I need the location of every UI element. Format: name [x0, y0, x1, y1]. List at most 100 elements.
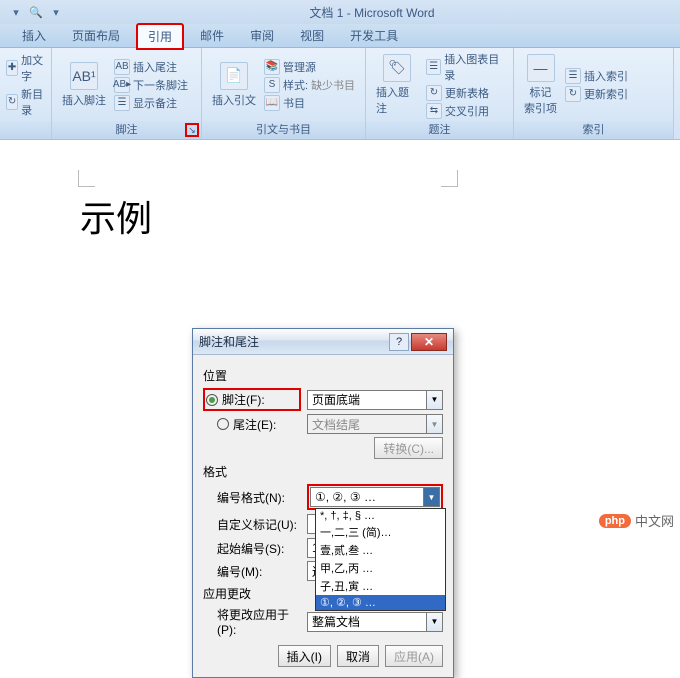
number-format-combo[interactable]: ①, ②, ③ …▼	[310, 487, 440, 507]
cross-ref-icon: ⇆	[426, 103, 442, 119]
toc-update[interactable]: ↻新目录	[6, 86, 45, 118]
table-figures-icon: ☰	[426, 59, 441, 75]
insert-button[interactable]: 插入(I)	[278, 645, 331, 667]
section-format: 格式	[203, 463, 443, 480]
footnote-endnote-dialog: 脚注和尾注 ? ✕ 位置 脚注(F): 页面底端▼ 尾注(E): 文档结尾▼ 转…	[192, 328, 454, 678]
dialog-title: 脚注和尾注	[199, 333, 389, 350]
qat-dropdown-icon[interactable]: ▾	[48, 4, 64, 20]
tab-mailings[interactable]: 邮件	[190, 24, 234, 47]
endnote-radio-row[interactable]: 尾注(E):	[203, 416, 301, 433]
group-label-captions: 题注	[366, 121, 513, 139]
page-corners	[78, 170, 458, 190]
title-bar: ▾ 🔍 ▾ 文档 1 - Microsoft Word	[0, 0, 680, 24]
insert-citation-button[interactable]: 📄 插入引文	[208, 60, 260, 110]
apply-to-combo[interactable]: 整篇文档▼	[307, 612, 443, 632]
bibliography-icon: 📖	[264, 95, 280, 111]
chevron-down-icon: ▼	[426, 415, 442, 433]
footnote-position-combo[interactable]: 页面底端▼	[307, 390, 443, 410]
next-footnote-icon: AB▸	[114, 77, 130, 93]
dialog-help-button[interactable]: ?	[389, 333, 409, 351]
style-selector[interactable]: S样式:缺少书目	[264, 77, 355, 93]
show-notes-button[interactable]: ☰显示备注	[114, 95, 188, 111]
mark-entry-label-line2: 索引项	[524, 103, 557, 115]
qat-arrow-icon[interactable]: ▾	[8, 4, 24, 20]
update-index-button[interactable]: ↻更新索引	[565, 86, 628, 102]
group-label-toc	[0, 121, 51, 139]
tab-insert[interactable]: 插入	[12, 24, 56, 47]
dropdown-option[interactable]: 一,二,三 (简)…	[316, 523, 445, 541]
insert-endnote-button[interactable]: AB插入尾注	[114, 59, 188, 75]
dropdown-option-selected[interactable]: ①, ②, ③ …	[316, 595, 445, 610]
start-at-label: 起始编号(S):	[203, 540, 301, 557]
number-format-dropdown[interactable]: *, †, ‡, § … 一,二,三 (简)… 壹,贰,叁 … 甲,乙,丙 … …	[315, 508, 446, 611]
manage-sources-button[interactable]: 📚管理源	[264, 59, 355, 75]
group-footnotes: AB¹ 插入脚注 AB插入尾注 AB▸下一条脚注 ☰显示备注 脚注 ↘	[52, 48, 202, 139]
quick-access-toolbar: ▾ 🔍 ▾	[8, 4, 64, 20]
print-preview-icon[interactable]: 🔍	[28, 4, 44, 20]
update-toc-icon: ↻	[6, 94, 18, 110]
dropdown-option[interactable]: 子,丑,寅 …	[316, 577, 445, 595]
endnote-radio[interactable]	[217, 418, 229, 430]
cross-reference-button[interactable]: ⇆交叉引用	[426, 103, 507, 119]
convert-button: 转换(C)...	[374, 437, 443, 459]
style-icon: S	[264, 77, 280, 93]
tab-references[interactable]: 引用	[136, 23, 184, 50]
tab-view[interactable]: 视图	[290, 24, 334, 47]
dialog-title-bar[interactable]: 脚注和尾注 ? ✕	[193, 329, 453, 355]
citation-icon: 📄	[220, 62, 248, 90]
watermark-badge: php	[599, 514, 631, 528]
update-table-button[interactable]: ↻更新表格	[426, 85, 507, 101]
insert-footnote-button[interactable]: AB¹ 插入脚注	[58, 60, 110, 110]
update-index-icon: ↻	[565, 86, 581, 102]
custom-mark-label: 自定义标记(U):	[203, 516, 301, 533]
dialog-close-button[interactable]: ✕	[411, 333, 447, 351]
apply-button: 应用(A)	[385, 645, 443, 667]
footnote-radio[interactable]	[206, 394, 218, 406]
mark-entry-button[interactable]: — 标记 标记索引项 索引项	[520, 52, 561, 118]
next-footnote-button[interactable]: AB▸下一条脚注	[114, 77, 188, 93]
endnote-position-combo: 文档结尾▼	[307, 414, 443, 434]
group-label-index: 索引	[514, 121, 673, 139]
caption-icon: 🏷	[383, 54, 411, 82]
watermark: php 中文网	[599, 511, 674, 530]
group-citations: 📄 插入引文 📚管理源 S样式:缺少书目 📖书目 引文与书目	[202, 48, 366, 139]
mark-entry-label-line1: 标记	[530, 87, 552, 99]
group-captions: 🏷 插入题注 ☰插入图表目录 ↻更新表格 ⇆交叉引用 题注	[366, 48, 514, 139]
footnotes-dialog-launcher[interactable]: ↘	[185, 123, 199, 137]
dropdown-option[interactable]: 甲,乙,丙 …	[316, 559, 445, 577]
tab-page-layout[interactable]: 页面布局	[62, 24, 130, 47]
insert-caption-button[interactable]: 🏷 插入题注	[372, 52, 422, 118]
toc-add-text[interactable]: ✚加文字	[6, 52, 45, 84]
insert-index-icon: ☰	[565, 68, 581, 84]
show-notes-icon: ☰	[114, 95, 130, 111]
footnote-icon: AB¹	[70, 62, 98, 90]
number-format-label: 编号格式(N):	[203, 489, 301, 506]
group-label-footnotes: 脚注 ↘	[52, 121, 201, 139]
ribbon-tabs: 插入 页面布局 引用 邮件 审阅 视图 开发工具	[0, 24, 680, 48]
document-area: 示例 脚注和尾注 ? ✕ 位置 脚注(F): 页面底端▼ 尾注(E): 文档结尾…	[0, 140, 680, 536]
tab-developer[interactable]: 开发工具	[340, 24, 408, 47]
update-table-icon: ↻	[426, 85, 442, 101]
manage-sources-icon: 📚	[264, 59, 280, 75]
endnote-icon: AB	[114, 59, 130, 75]
footnote-radio-label: 脚注(F):	[222, 391, 265, 408]
dropdown-option[interactable]: *, †, ‡, § …	[316, 509, 445, 523]
window-title: 文档 1 - Microsoft Word	[64, 4, 680, 21]
chevron-down-icon: ▼	[423, 488, 439, 506]
sample-text: 示例	[80, 190, 152, 242]
bibliography-button[interactable]: 📖书目	[264, 95, 355, 111]
insert-index-button[interactable]: ☰插入索引	[565, 68, 628, 84]
group-index: — 标记 标记索引项 索引项 ☰插入索引 ↻更新索引 索引	[514, 48, 674, 139]
chevron-down-icon: ▼	[426, 391, 442, 409]
group-toc: ✚加文字 ↻新目录	[0, 48, 52, 139]
tab-review[interactable]: 审阅	[240, 24, 284, 47]
mark-entry-icon: —	[527, 54, 555, 82]
numbering-label: 编号(M):	[203, 563, 301, 580]
cancel-button[interactable]: 取消	[337, 645, 379, 667]
insert-table-figures-button[interactable]: ☰插入图表目录	[426, 51, 507, 83]
add-text-icon: ✚	[6, 60, 18, 76]
chevron-down-icon: ▼	[426, 613, 442, 631]
section-position: 位置	[203, 367, 443, 384]
watermark-text: 中文网	[635, 511, 674, 530]
dropdown-option[interactable]: 壹,贰,叁 …	[316, 541, 445, 559]
